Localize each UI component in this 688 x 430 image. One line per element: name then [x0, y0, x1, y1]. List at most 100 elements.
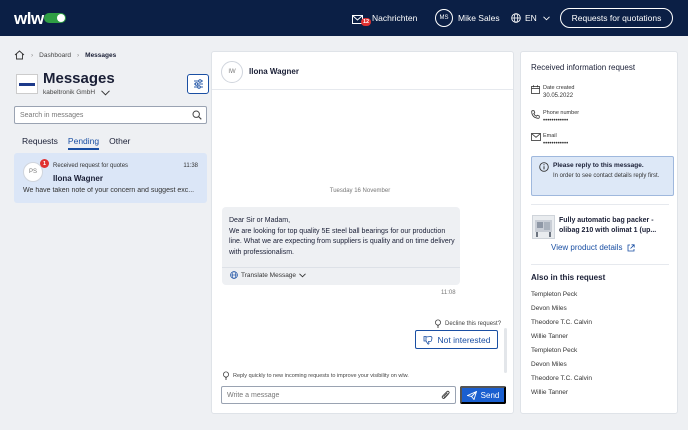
mail-icon: 12: [352, 12, 372, 26]
wlw-logo[interactable]: wlw: [14, 9, 44, 29]
send-button[interactable]: Send: [460, 386, 506, 404]
email-label: Email: [543, 133, 557, 139]
chevron-down-icon: [299, 272, 306, 278]
phone-value: ••••••••••••: [543, 118, 569, 124]
email-row: Email ••••••••••••: [531, 133, 568, 147]
message-greeting: Dear Sir or Madam,: [229, 217, 291, 224]
globe-icon: [511, 13, 521, 23]
not-interested-label: Not interested: [437, 334, 491, 345]
list-item: Devon Miles: [531, 361, 567, 368]
breadcrumb-dashboard-link[interactable]: Dashboard: [39, 52, 71, 59]
conversation-list-item[interactable]: PS 1 Received request for quotes 11:38 I…: [14, 153, 207, 203]
product-title[interactable]: Fully automatic bag packer - olibag 210 …: [559, 216, 677, 236]
date-created-value: 30.05.2022: [543, 93, 574, 99]
user-avatar: MS: [435, 9, 453, 27]
breadcrumb-separator: ›: [31, 51, 34, 59]
company-name: kabeltronik GmbH: [43, 89, 96, 96]
message-input[interactable]: Write a message: [221, 386, 456, 404]
bubble-divider: [222, 267, 460, 268]
requests-for-quotations-button[interactable]: Requests for quotations: [560, 8, 673, 28]
message-time: 11:08: [441, 290, 456, 296]
message-bubble: Dear Sir or Madam, We are looking for to…: [222, 207, 460, 285]
list-item: Templeton Peck: [531, 291, 578, 298]
user-name: Mike Sales: [458, 13, 500, 23]
messages-count-badge: 12: [361, 18, 372, 26]
view-product-details-link[interactable]: View product details: [551, 243, 636, 252]
chevron-down-icon: [542, 15, 550, 21]
product-title-line-1: Fully automatic bag packer -: [559, 217, 654, 224]
info-panel-title: Received information request: [531, 63, 636, 72]
view-product-details-label: View product details: [551, 243, 623, 252]
divider: [531, 204, 669, 205]
decline-question: Decline this request?: [445, 320, 502, 327]
list-item: Templeton Peck: [531, 347, 578, 354]
also-in-request-title: Also in this request: [531, 273, 606, 282]
chat-scrollbar[interactable]: [504, 328, 507, 373]
translate-message-button[interactable]: Translate Message: [230, 271, 306, 279]
chevron-down-icon: [101, 89, 110, 96]
message-input-placeholder: Write a message: [227, 391, 280, 399]
search-placeholder: Search in messages: [20, 111, 84, 119]
messages-header: Messages kabeltronik GmbH: [14, 70, 209, 100]
response-hint: Reply quickly to new incoming requests t…: [222, 371, 409, 380]
chat-header: IW Ilona Wagner: [212, 52, 513, 90]
logo-toggle-mark: [44, 13, 66, 23]
response-hint-text: Reply quickly to new incoming requests t…: [233, 372, 409, 379]
list-item: Theodore T.C. Calvin: [531, 319, 592, 326]
phone-icon: [531, 110, 543, 124]
translate-label: Translate Message: [241, 271, 297, 279]
company-logo: [16, 74, 38, 94]
language-selector[interactable]: EN: [511, 0, 550, 36]
product-image[interactable]: [532, 215, 555, 239]
send-label: Send: [480, 390, 500, 400]
message-body: We are looking for top quality 5E steel …: [229, 227, 455, 256]
external-link-icon: [627, 243, 636, 252]
conversation-time: 11:38: [183, 163, 198, 169]
avatar: IW: [221, 61, 243, 83]
thumbs-down-icon: [423, 335, 433, 345]
tab-other[interactable]: Other: [109, 136, 130, 150]
tab-pending[interactable]: Pending: [67, 136, 100, 150]
conversation-subtitle: Received request for quotes: [53, 163, 129, 169]
list-item: Theodore T.C. Calvin: [531, 375, 592, 382]
calendar-icon: [531, 85, 543, 99]
conversation-name: Ilona Wagner: [53, 174, 103, 183]
search-input[interactable]: Search in messages: [14, 106, 207, 124]
breadcrumb: › Dashboard › Messages: [14, 50, 116, 60]
filter-button[interactable]: [187, 74, 209, 94]
list-item: Devon Miles: [531, 305, 567, 312]
paperclip-icon[interactable]: [441, 390, 451, 403]
email-value: ••••••••••••: [543, 141, 569, 147]
notice-title: Please reply to this message.: [553, 162, 644, 169]
messages-nav-label: Nachrichten: [372, 13, 418, 23]
paper-plane-icon: [466, 390, 477, 400]
tab-requests[interactable]: Requests: [22, 136, 58, 150]
divider: [531, 264, 669, 265]
request-info-panel: Received information request Date create…: [520, 51, 678, 414]
user-menu[interactable]: MS Mike Sales: [435, 0, 500, 36]
messages-nav-link[interactable]: 12 Nachrichten: [352, 0, 417, 36]
not-interested-button[interactable]: Not interested: [415, 330, 498, 349]
globe-icon: [230, 271, 238, 279]
chat-panel: IW Ilona Wagner Tuesday 16 November Dear…: [211, 51, 514, 414]
company-switcher[interactable]: kabeltronik GmbH: [43, 89, 110, 96]
message-tabs: Requests Pending Other: [22, 136, 140, 150]
notice-body: In order to see contact details reply fi…: [553, 173, 660, 179]
date-created-row: Date created 30.05.2022: [531, 85, 575, 99]
unread-badge: 1: [40, 159, 49, 168]
search-icon[interactable]: [192, 110, 202, 122]
mail-icon: [531, 133, 543, 147]
home-icon[interactable]: [14, 50, 25, 60]
conversation-preview: We have taken note of your concern and s…: [23, 187, 195, 194]
sliders-icon: [193, 79, 204, 89]
list-item: Willie Tanner: [531, 333, 569, 340]
breadcrumb-separator: ›: [76, 51, 80, 59]
top-navigation-bar: wlw 12 Nachrichten MS Mike Sales EN Requ…: [0, 0, 688, 36]
date-separator: Tuesday 16 November: [329, 188, 391, 194]
page-title: Messages: [43, 70, 115, 87]
decline-prompt: Decline this request?: [434, 319, 501, 328]
language-label: EN: [525, 13, 537, 23]
product-title-line-2: olibag 210 with olimat 1 (up...: [559, 227, 657, 234]
message-text: Dear Sir or Madam, We are looking for to…: [229, 216, 459, 258]
reply-notice: Please reply to this message. In order t…: [531, 156, 674, 196]
